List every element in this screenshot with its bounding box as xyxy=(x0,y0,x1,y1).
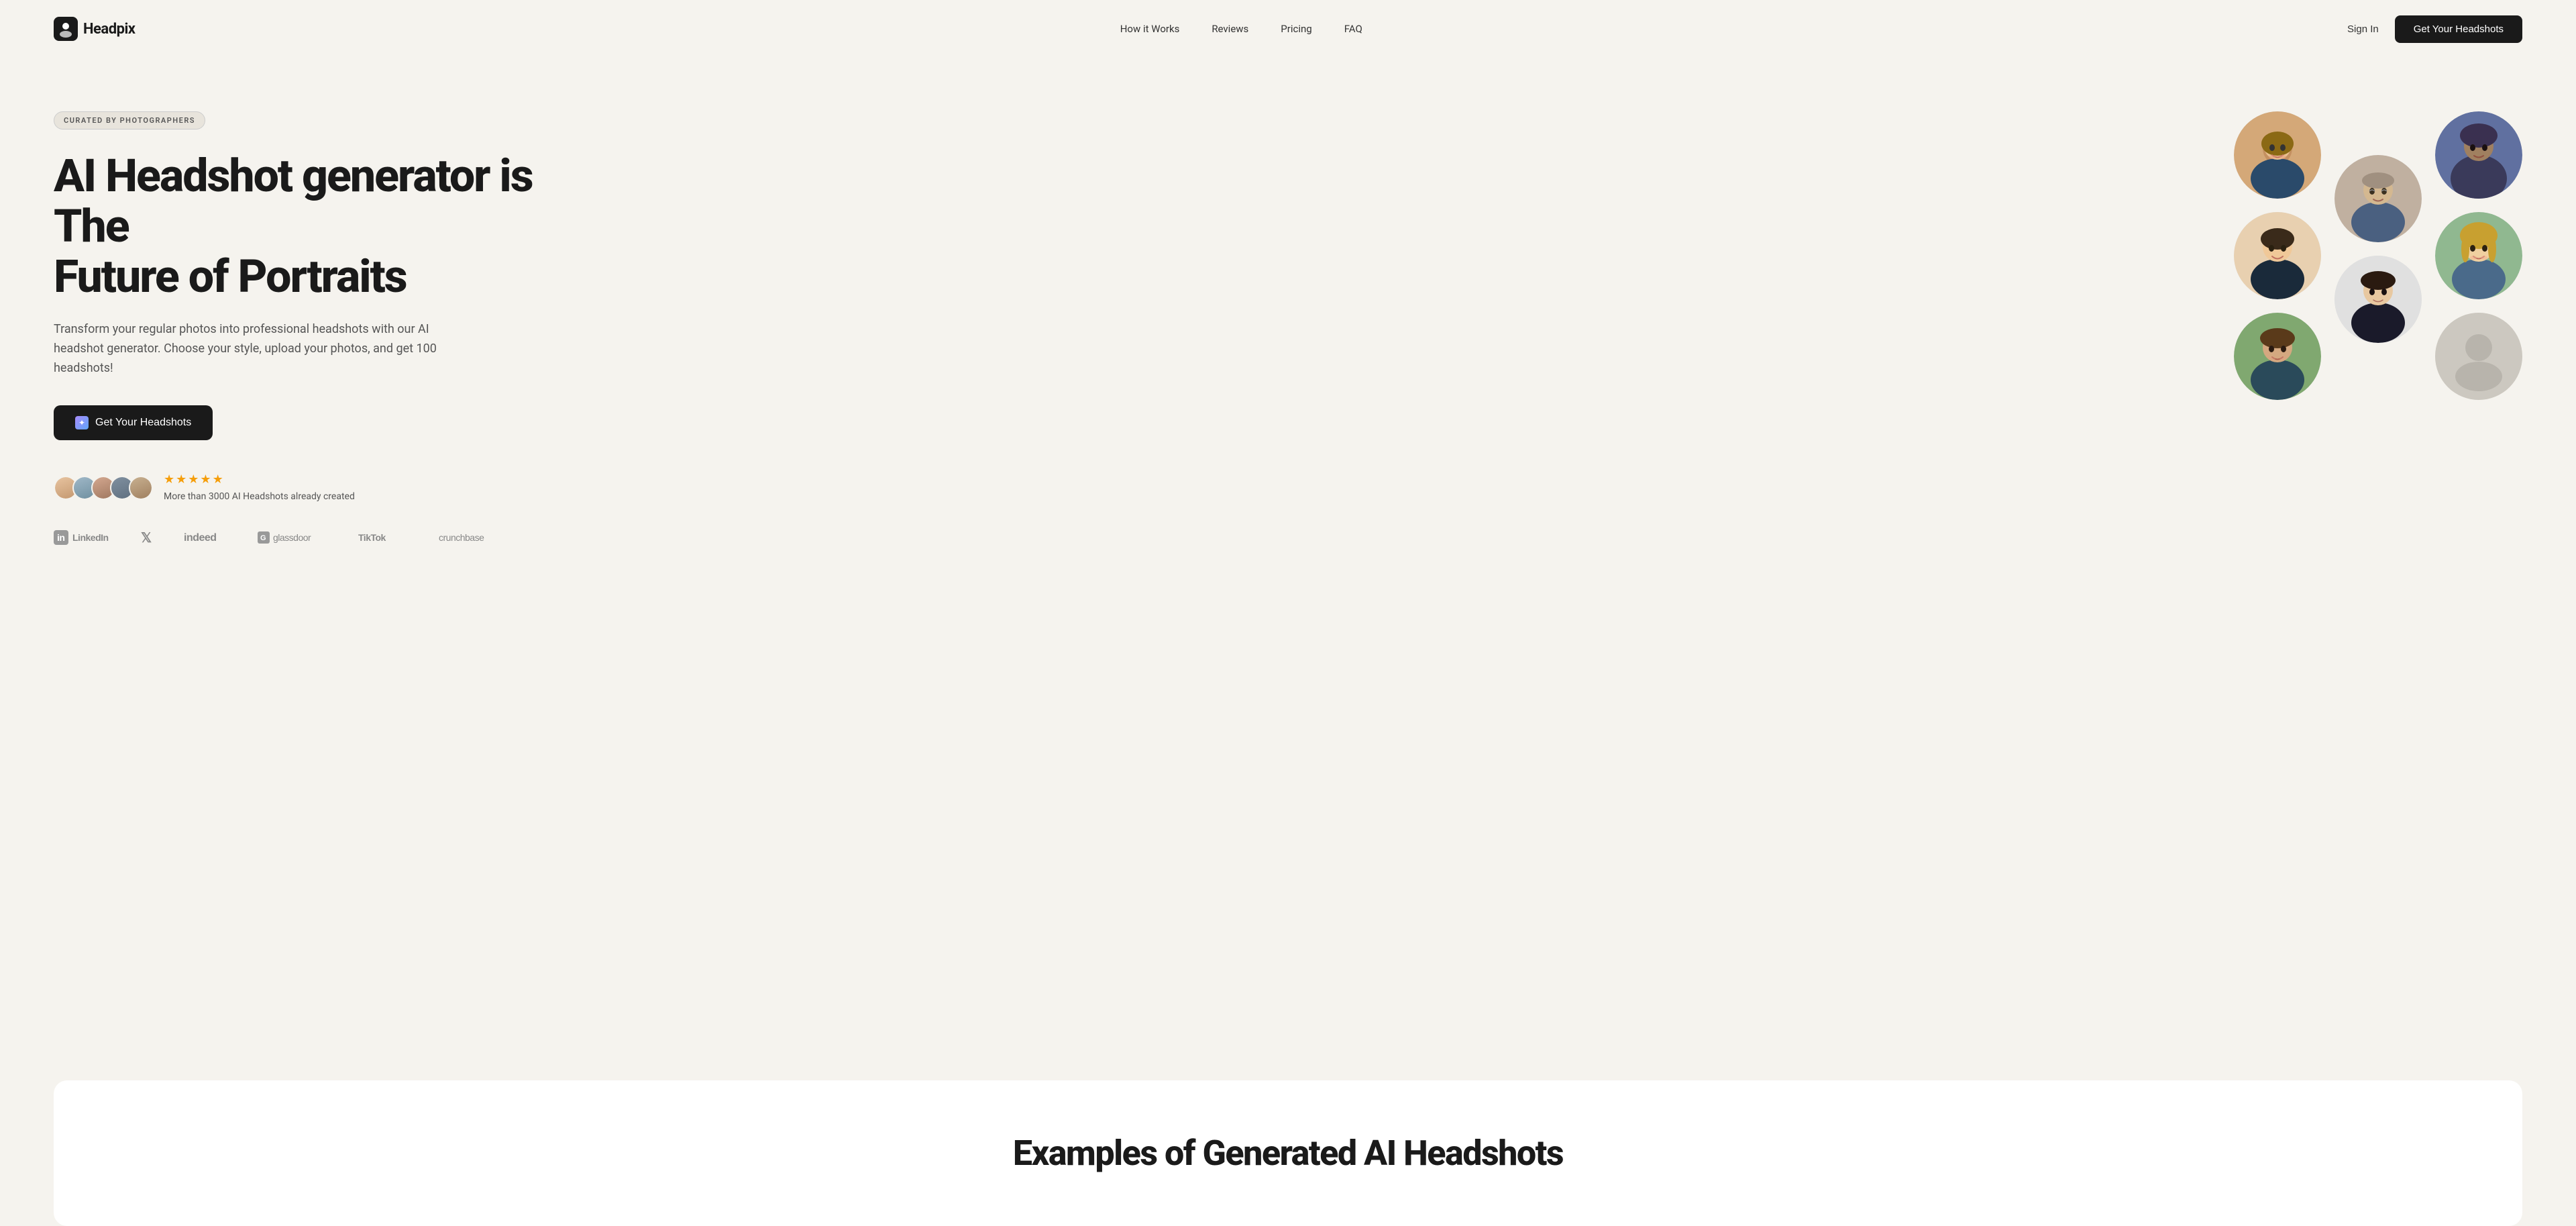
sparkle-icon: ✦ xyxy=(75,416,89,429)
svg-text:in: in xyxy=(57,532,64,543)
hero-cta-button[interactable]: ✦ Get Your Headshots xyxy=(54,405,213,440)
logo-icon xyxy=(54,17,78,41)
headshot-7 xyxy=(2435,212,2522,299)
headshots-grid xyxy=(2234,111,2522,400)
curated-badge: CURATED BY PHOTOGRAPHERS xyxy=(54,111,205,130)
sign-in-button[interactable]: Sign In xyxy=(2347,23,2379,35)
star-4: ★ xyxy=(200,472,211,487)
nav-faq[interactable]: FAQ xyxy=(1344,23,1362,35)
brand-logos: in LinkedIn 𝕏 indeed G xyxy=(54,530,604,545)
nav-how-it-works[interactable]: How it Works xyxy=(1120,23,1180,35)
tiktok-logo: TikTok xyxy=(358,530,412,545)
headshot-4 xyxy=(2334,155,2422,242)
avatar-stack xyxy=(54,476,153,500)
svg-text:TikTok: TikTok xyxy=(358,532,386,543)
social-proof-text: More than 3000 AI Headshots already crea… xyxy=(164,491,355,504)
headshot-3 xyxy=(2234,313,2321,400)
hero-subtitle: Transform your regular photos into profe… xyxy=(54,320,470,378)
x-logo: 𝕏 xyxy=(141,530,157,545)
headshots-col-1 xyxy=(2234,111,2321,400)
headshot-2 xyxy=(2234,212,2321,299)
svg-text:LinkedIn: LinkedIn xyxy=(72,532,109,543)
star-1: ★ xyxy=(164,472,174,487)
star-2: ★ xyxy=(176,472,186,487)
hero-cta-label: Get Your Headshots xyxy=(95,417,191,429)
star-rating: ★ ★ ★ ★ ★ xyxy=(164,472,355,487)
crunchbase-logo: crunchbase xyxy=(439,530,516,545)
examples-title: Examples of Generated AI Headshots xyxy=(107,1134,2469,1172)
examples-section: Examples of Generated AI Headshots xyxy=(54,1080,2522,1226)
hero-title-line2: Future of Portraits xyxy=(54,250,407,303)
indeed-logo: indeed xyxy=(184,530,231,545)
social-proof-info: ★ ★ ★ ★ ★ More than 3000 AI Headshots al… xyxy=(164,472,355,504)
navbar: Headpix How it Works Reviews Pricing FAQ… xyxy=(0,0,2576,58)
hero-content: CURATED BY PHOTOGRAPHERS AI Headshot gen… xyxy=(54,98,604,545)
star-5: ★ xyxy=(213,472,223,487)
svg-text:𝕏: 𝕏 xyxy=(141,531,152,545)
star-3: ★ xyxy=(188,472,199,487)
glassdoor-logo: G glassdoor xyxy=(258,530,331,545)
headshot-8-empty xyxy=(2435,313,2522,400)
logo[interactable]: Headpix xyxy=(54,17,135,41)
logo-text: Headpix xyxy=(83,21,135,38)
svg-text:glassdoor: glassdoor xyxy=(273,532,311,543)
linkedin-logo: in LinkedIn xyxy=(54,530,114,545)
svg-text:indeed: indeed xyxy=(184,532,217,544)
navbar-links: How it Works Reviews Pricing FAQ xyxy=(1120,23,1362,35)
nav-reviews[interactable]: Reviews xyxy=(1212,23,1248,35)
get-headshots-nav-button[interactable]: Get Your Headshots xyxy=(2395,15,2522,43)
headshot-5 xyxy=(2334,256,2422,343)
headshots-col-2 xyxy=(2334,155,2422,343)
avatar-5 xyxy=(129,476,153,500)
hero-title: AI Headshot generator is The Future of P… xyxy=(54,151,604,301)
navbar-actions: Sign In Get Your Headshots xyxy=(2347,15,2522,43)
svg-text:G: G xyxy=(260,534,266,542)
hero-title-line1: AI Headshot generator is The xyxy=(54,149,533,253)
headshot-6 xyxy=(2435,111,2522,199)
nav-pricing[interactable]: Pricing xyxy=(1281,23,1311,35)
headshot-1 xyxy=(2234,111,2321,199)
social-proof: ★ ★ ★ ★ ★ More than 3000 AI Headshots al… xyxy=(54,472,604,504)
hero-section: CURATED BY PHOTOGRAPHERS AI Headshot gen… xyxy=(0,58,2576,1080)
svg-text:crunchbase: crunchbase xyxy=(439,532,484,543)
headshots-col-3 xyxy=(2435,111,2522,400)
